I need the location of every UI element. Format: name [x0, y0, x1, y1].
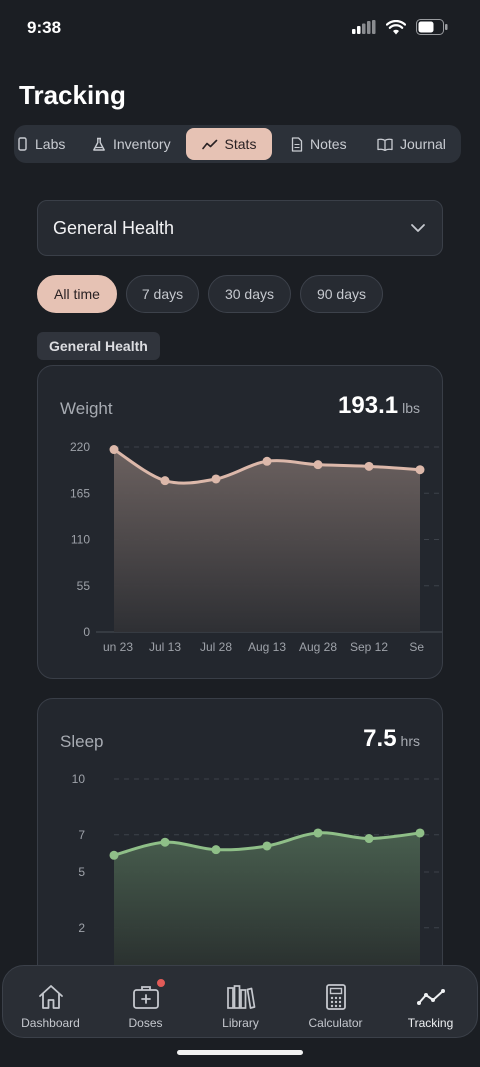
range-90-days[interactable]: 90 days [300, 275, 383, 313]
signal-icon [352, 20, 376, 34]
status-bar: 9:38 [0, 0, 480, 56]
range-7-days[interactable]: 7 days [126, 275, 199, 313]
range-all-time[interactable]: All time [37, 275, 117, 313]
flask-icon [93, 137, 105, 151]
y-tick-label: 220 [70, 440, 90, 454]
data-point [313, 460, 323, 470]
nav-tracking[interactable]: Tracking [383, 966, 478, 1039]
nav-label: Doses [128, 1016, 163, 1030]
x-tick-label: Sep [409, 640, 431, 654]
wifi-icon [386, 19, 406, 34]
battery-icon [416, 19, 448, 35]
category-select[interactable]: General Health [37, 200, 443, 256]
y-tick-label: 10 [72, 772, 86, 786]
tab-label: Inventory [113, 136, 171, 152]
data-point [109, 850, 119, 860]
sleep-card: Sleep 7.5 hrs 2 5 7 10 [37, 698, 443, 988]
status-icons [352, 19, 448, 35]
data-point [313, 828, 323, 838]
data-point [415, 828, 425, 838]
nav-label: Calculator [308, 1016, 363, 1030]
weight-card: Weight 193.1 lbs 0 55 110 165 220 un 23 Jul 13… [37, 365, 443, 679]
data-point [109, 445, 119, 455]
trend-icon [201, 139, 217, 149]
data-point [211, 474, 221, 484]
calculator-icon [325, 984, 346, 1010]
category-select-value: General Health [53, 217, 175, 238]
data-point [160, 476, 170, 486]
x-tick-label: Sep 12 [350, 640, 388, 654]
tab-inventory[interactable]: Inventory [80, 128, 183, 160]
nav-label: Tracking [407, 1016, 454, 1030]
data-point [262, 841, 272, 851]
data-point [415, 465, 425, 475]
y-tick-label: 55 [77, 579, 91, 593]
data-point [262, 456, 272, 466]
tab-label: Labs [35, 136, 66, 152]
nav-library[interactable]: Library [193, 966, 288, 1039]
book-icon [377, 138, 393, 151]
notification-badge [155, 978, 166, 988]
y-tick-label: 2 [78, 921, 85, 935]
nav-label: Library [222, 1016, 259, 1030]
nav-dashboard[interactable]: Dashboard [3, 966, 98, 1039]
medical-kit-icon [132, 986, 159, 1009]
lab-icon [18, 137, 27, 151]
status-time: 9:38 [27, 18, 62, 37]
nav-doses[interactable]: Doses [98, 966, 193, 1039]
tab-journal[interactable]: Journal [365, 128, 458, 160]
x-tick-label: Jul 13 [149, 640, 181, 654]
tracking-tabs: Labs Inventory Stats Notes Journal [14, 125, 461, 163]
nav-calculator[interactable]: Calculator [288, 966, 383, 1039]
weight-chart: 0 55 110 165 220 un 23 Jul 13 Jul 28 Aug 13 Aug 2… [70, 440, 442, 654]
x-tick-label: Aug 13 [248, 640, 286, 654]
tab-label: Stats [224, 136, 257, 152]
tab-stats[interactable]: Stats [186, 128, 272, 160]
data-point [211, 845, 221, 855]
x-tick-label: Jul 28 [200, 640, 232, 654]
series-area [114, 449, 420, 632]
data-point [364, 461, 374, 471]
nav-label: Dashboard [21, 1016, 80, 1030]
page-title: Tracking [19, 80, 126, 110]
y-tick-label: 0 [83, 625, 90, 639]
sleep-chart: 2 5 7 10 [72, 772, 442, 965]
tab-labs[interactable]: Labs [14, 128, 77, 160]
y-tick-label: 5 [78, 865, 85, 879]
home-indicator [177, 1050, 303, 1055]
section-label: General Health [37, 332, 160, 360]
range-30-days[interactable]: 30 days [208, 275, 291, 313]
home-icon [38, 985, 63, 1009]
x-tick-labels: un 23 Jul 13 Jul 28 Aug 13 Aug 28 Sep 12 Sep [103, 640, 431, 654]
y-tick-label: 110 [71, 533, 90, 547]
x-tick-label: un 23 [103, 640, 133, 654]
data-point [364, 834, 374, 844]
y-tick-label: 7 [78, 828, 85, 842]
tab-label: Notes [310, 136, 347, 152]
x-tick-label: Aug 28 [299, 640, 337, 654]
trend-icon [416, 989, 445, 1005]
y-tick-label: 165 [70, 486, 90, 500]
bottom-nav: Dashboard Doses Library Calculator Track… [2, 965, 478, 1038]
tab-notes[interactable]: Notes [279, 128, 359, 160]
data-point [160, 837, 170, 847]
chevron-down-icon [411, 224, 425, 232]
books-icon [226, 985, 255, 1009]
series-area [114, 832, 420, 965]
note-icon [291, 136, 303, 152]
tab-label: Journal [400, 136, 446, 152]
